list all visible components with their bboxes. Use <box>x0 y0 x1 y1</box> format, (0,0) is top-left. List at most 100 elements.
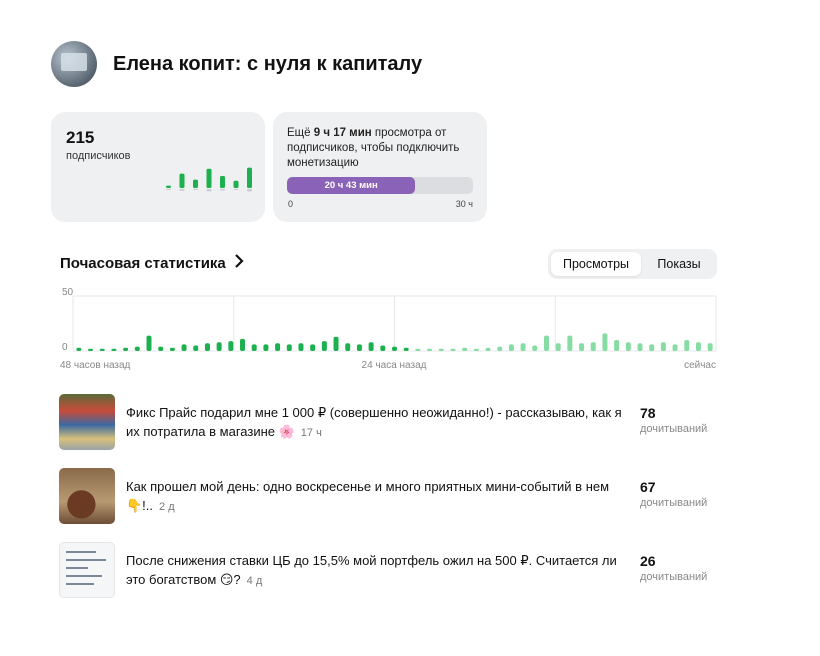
mini-bar-shadow <box>166 189 171 190</box>
mini-bar <box>233 180 239 188</box>
monetization-text-prefix: Ещё <box>287 127 314 139</box>
x-tick-label: 48 часов назад <box>60 360 131 371</box>
post-item[interactable]: После снижения ставки ЦБ до 15,5% мой по… <box>59 542 719 598</box>
chart-bar[interactable] <box>520 343 526 351</box>
post-item[interactable]: Фикс Прайс подарил мне 1 000 ₽ (совершен… <box>59 394 719 450</box>
chart-bar[interactable] <box>438 348 444 351</box>
mini-bar-shadow <box>247 189 252 192</box>
chart-bar[interactable] <box>637 343 643 351</box>
mini-bar-shadow <box>179 189 185 191</box>
chart-bar[interactable] <box>228 341 234 351</box>
chart-bar[interactable] <box>310 344 316 351</box>
post-age: 17 ч <box>300 427 322 439</box>
mini-bar <box>179 173 185 188</box>
chart-bar[interactable] <box>76 347 82 351</box>
mini-bar <box>220 176 225 188</box>
chart-bar[interactable] <box>567 335 573 351</box>
chart-bar[interactable] <box>321 341 327 351</box>
chart-bar[interactable] <box>497 346 503 351</box>
chart-bar[interactable] <box>450 348 456 351</box>
chart-bar[interactable] <box>427 348 433 351</box>
chart-bar[interactable] <box>345 343 351 351</box>
chart-bar[interactable] <box>181 344 187 351</box>
chart-bar[interactable] <box>614 340 620 351</box>
chart-bar[interactable] <box>204 343 210 351</box>
chart-bar[interactable] <box>532 345 538 352</box>
mini-bar <box>166 185 171 188</box>
chart-bar[interactable] <box>462 347 468 351</box>
y-tick-min: 0 <box>62 342 68 353</box>
chart-bar[interactable] <box>275 343 281 351</box>
hourly-chart: 50 0 48 часов назад 24 часа назад сейчас <box>60 287 717 371</box>
chart-bar[interactable] <box>684 340 690 351</box>
chevron-right-icon <box>234 254 244 272</box>
avatar[interactable] <box>51 41 97 87</box>
chart-bar[interactable] <box>169 347 175 351</box>
chart-bar[interactable] <box>88 348 94 351</box>
chart-bar[interactable] <box>380 345 386 352</box>
post-title: После снижения ставки ЦБ до 15,5% мой по… <box>126 551 634 591</box>
chart-bar[interactable] <box>672 344 678 351</box>
chart-bar[interactable] <box>403 347 409 351</box>
chart-bar[interactable] <box>555 343 561 351</box>
subscribers-mini-chart <box>166 167 252 192</box>
post-title: Фикс Прайс подарил мне 1 000 ₽ (совершен… <box>126 403 634 443</box>
mini-bar <box>206 168 212 188</box>
post-title-text: После снижения ставки ЦБ до 15,5% мой по… <box>126 553 617 587</box>
tab-views[interactable]: Просмотры <box>551 252 641 276</box>
chart-bar[interactable] <box>508 344 514 351</box>
chart-bar[interactable] <box>333 336 339 351</box>
chart-bar[interactable] <box>123 347 129 351</box>
post-title-text: Фикс Прайс подарил мне 1 000 ₽ (совершен… <box>126 405 622 439</box>
post-reads: 78 дочитываний <box>640 405 707 435</box>
progress-max-label: 30 ч <box>455 199 473 209</box>
chart-bar[interactable] <box>111 348 117 351</box>
post-reads-label: дочитываний <box>640 497 708 509</box>
monetization-card: Ещё 9 ч 17 мин просмотра от подписчиков,… <box>273 112 487 222</box>
subscribers-card: 215 подписчиков <box>51 112 265 222</box>
post-reads: 26 дочитываний <box>640 553 707 583</box>
post-reads: 67 дочитываний <box>640 479 707 509</box>
post-reads-count: 26 <box>640 553 656 569</box>
chart-bar[interactable] <box>134 346 140 351</box>
chart-bar[interactable] <box>298 343 304 351</box>
chart-bar[interactable] <box>99 348 105 351</box>
x-tick-label: 24 часа назад <box>362 360 427 371</box>
chart-bar[interactable] <box>146 335 152 351</box>
chart-bar[interactable] <box>590 342 596 351</box>
chart-bar[interactable] <box>286 344 292 351</box>
chart-bar[interactable] <box>579 343 585 351</box>
chart-bar[interactable] <box>216 342 222 351</box>
metric-toggle: Просмотры Показы <box>548 249 717 279</box>
chart-bar[interactable] <box>602 333 608 351</box>
chart-bar[interactable] <box>392 346 397 351</box>
monetization-progress: 20 ч 43 мин <box>287 177 473 194</box>
post-item[interactable]: Как прошел мой день: одно воскресенье и … <box>59 468 719 524</box>
post-age: 4 д <box>246 575 263 587</box>
progress-min-label: 0 <box>288 199 294 209</box>
chart-bar[interactable] <box>660 342 666 351</box>
hourly-stats-link[interactable]: Почасовая статистика <box>60 254 244 272</box>
mini-bar-shadow <box>206 189 212 192</box>
chart-bar[interactable] <box>263 344 269 351</box>
channel-title: Елена копит: с нуля к капиталу <box>113 52 423 75</box>
chart-bar[interactable] <box>485 347 491 351</box>
chart-bar[interactable] <box>240 338 246 351</box>
chart-bar[interactable] <box>356 344 362 351</box>
channel-header: Елена копит: с нуля к капиталу <box>51 41 422 87</box>
chart-bar[interactable] <box>707 343 713 351</box>
chart-bar[interactable] <box>473 348 479 351</box>
chart-bar[interactable] <box>695 342 701 351</box>
post-thumbnail <box>59 394 115 450</box>
mini-bar-shadow <box>193 189 198 191</box>
tab-impressions[interactable]: Показы <box>644 252 714 276</box>
post-thumbnail <box>59 542 115 598</box>
chart-bar[interactable] <box>368 342 374 351</box>
chart-bar[interactable] <box>158 346 164 351</box>
chart-bar[interactable] <box>415 348 421 351</box>
chart-bar[interactable] <box>251 344 257 351</box>
chart-bar[interactable] <box>543 335 549 351</box>
chart-bar[interactable] <box>649 344 655 351</box>
chart-bar[interactable] <box>193 345 199 352</box>
chart-bar[interactable] <box>625 342 631 351</box>
